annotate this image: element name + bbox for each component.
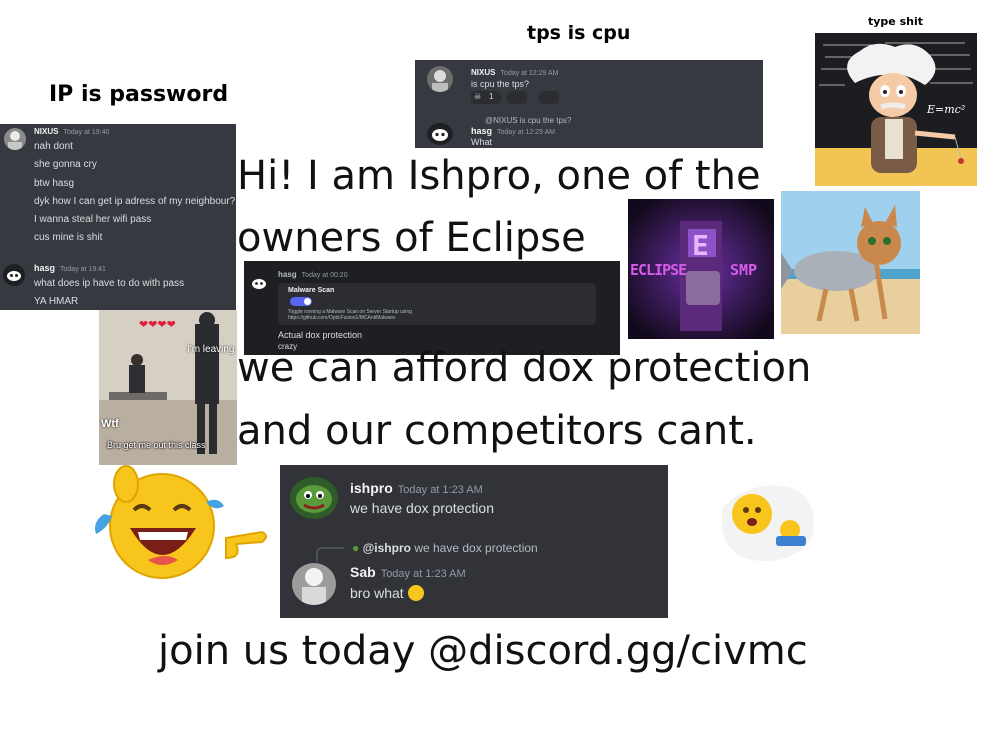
timestamp: Today at 12:29 AM xyxy=(500,70,559,77)
caption-tps-cpu: tps is cpu xyxy=(527,22,631,44)
timestamp: Today at 1:23 AM xyxy=(380,568,466,580)
username: ishpro xyxy=(350,480,393,496)
emoji-sticker-icon xyxy=(712,478,822,568)
timestamp: Today at 00:20 xyxy=(301,272,348,279)
crying-emoji-icon xyxy=(407,585,424,601)
fish-cat-illustration xyxy=(781,191,920,334)
message-text: she gonna cry xyxy=(34,159,97,170)
reply-avatar-icon: ● xyxy=(352,541,360,555)
message-text: Actual dox protection xyxy=(278,330,363,340)
toggle-switch[interactable] xyxy=(290,297,312,306)
username: hasg xyxy=(34,263,56,273)
username: hasg xyxy=(278,270,297,279)
laughing-emoji-icon xyxy=(86,462,276,592)
reply-username: @ishpro xyxy=(362,541,411,555)
meme-wtf-text: Wtf xyxy=(101,418,119,430)
embed-description: Toggle running a Malware Scan on Server … xyxy=(288,309,412,321)
message-text: YA HMAR xyxy=(34,296,79,307)
message-text: cus mine is shit xyxy=(34,232,103,243)
username: NIXUS xyxy=(471,68,496,77)
emoji-picker-icon[interactable] xyxy=(539,91,559,104)
headline-line-1: Hi! I am Ishpro, one of the xyxy=(237,153,761,199)
message-text: dyk how I can get ip adress of my neighb… xyxy=(34,196,236,207)
avatar xyxy=(4,128,26,150)
reply-line xyxy=(316,547,344,561)
formula-text: E=mc² xyxy=(927,103,966,116)
timestamp: Today at 1:23 AM xyxy=(397,484,483,496)
skull-icon: ☠ xyxy=(474,92,482,101)
reply-text: we have dox protection xyxy=(414,541,538,555)
eclipse-logo-center-text: E xyxy=(692,229,709,262)
discord-logo-icon xyxy=(248,273,270,293)
message-text: what does ip have to do with pass xyxy=(34,278,185,289)
eclipse-smp-logo: ECLIPSE E SMP xyxy=(628,199,774,339)
timestamp: Today at 19:41 xyxy=(60,266,106,273)
timestamp: Today at 12:29 AM xyxy=(497,129,555,136)
caption-type-shit: type shit xyxy=(868,15,923,28)
avatar xyxy=(290,477,338,519)
message-text: What xyxy=(471,137,493,147)
message-text: I wanna steal her wifi pass xyxy=(34,214,152,225)
message-text: btw hasg xyxy=(34,178,75,189)
timestamp: Today at 19:40 xyxy=(63,129,110,136)
embed-card: Malware Scan Toggle running a Malware Sc… xyxy=(278,283,596,325)
chat-screenshot-malware: hasg Today at 00:20 Malware Scan Toggle r… xyxy=(244,261,620,355)
eclipse-logo-left-text: ECLIPSE xyxy=(630,261,687,279)
discord-logo-icon xyxy=(427,123,453,145)
chat-screenshot-dox: ishpro Today at 1:23 AM we have dox prote… xyxy=(280,465,668,618)
reaction-count: 1 xyxy=(489,92,494,101)
embed-title: Malware Scan xyxy=(288,287,335,294)
meme-side-text: I'm leaving xyxy=(187,344,235,355)
meme-bottom-text: Bru get me out this class xyxy=(107,440,206,450)
avatar xyxy=(427,66,453,92)
join-cta-text[interactable]: join us today @discord.gg/civmc xyxy=(158,628,808,674)
einstein-meme-image: E=mc² xyxy=(815,33,977,186)
eclipse-logo-right-text: SMP xyxy=(730,261,758,279)
reaction[interactable]: ☠ 1 xyxy=(471,91,501,104)
message-text: bro what xyxy=(350,585,404,601)
avatar xyxy=(292,563,336,605)
chat-screenshot-tps: NIXUS Today at 12:29 AM is cpu the tps? ☠… xyxy=(415,60,763,148)
hearts-text: ❤❤❤❤ xyxy=(139,319,176,331)
username: hasg xyxy=(471,126,493,136)
username: NIXUS xyxy=(34,127,59,136)
add-reaction-icon[interactable] xyxy=(507,91,527,104)
message-text: nah dont xyxy=(34,141,73,152)
message-text: is cpu the tps? xyxy=(471,79,530,89)
headline-line-2: owners of Eclipse xyxy=(237,215,586,261)
headline-line-3: we can afford dox protection xyxy=(237,345,812,391)
fish-cat-image xyxy=(781,191,920,334)
classroom-meme-image: ❤❤❤❤ I'm leaving Wtf Bru get me out this… xyxy=(99,310,237,465)
reply-preview: @NIXUS is cpu the tps? xyxy=(485,116,572,125)
headline-line-4: and our competitors cant. xyxy=(237,408,757,454)
message-text: we have dox protection xyxy=(350,500,494,516)
chat-screenshot-ip: NIXUS Today at 19:40 nah dont she gonna c… xyxy=(0,124,236,310)
discord-logo-icon xyxy=(3,264,25,286)
username: Sab xyxy=(350,564,376,580)
caption-ip-password: IP is password xyxy=(49,82,229,107)
